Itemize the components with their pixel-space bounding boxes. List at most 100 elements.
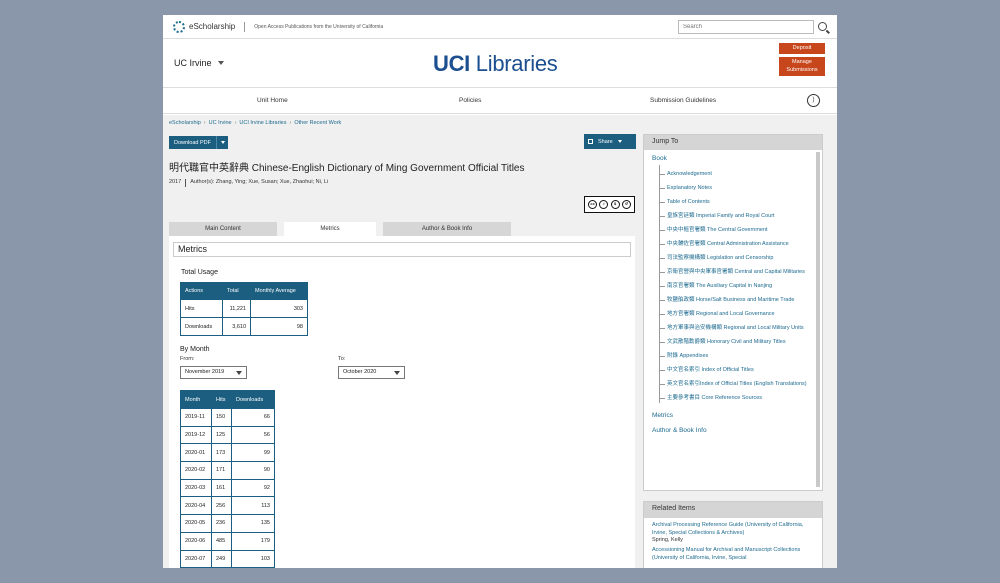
share-button[interactable]: Share [584, 134, 636, 149]
chevron-down-icon [236, 371, 242, 375]
jump-link-book[interactable]: Book [644, 155, 822, 162]
nav-submission-guidelines[interactable]: Submission Guidelines [650, 97, 716, 104]
chevron-down-icon [217, 61, 224, 65]
jump-link[interactable]: Table of Contents [660, 198, 822, 207]
table-row: 2019-12 125 56 [180, 425, 275, 445]
publication-year: 2017 [169, 179, 182, 185]
unit-name: UC Irvine [174, 58, 212, 68]
column-header: Total [222, 282, 251, 300]
scrollbar[interactable] [816, 152, 820, 487]
from-label: From: [180, 356, 195, 362]
column-header: Downloads [231, 390, 275, 409]
browser-page: eScholarship Open Access Publications fr… [163, 15, 837, 568]
column-header: Hits [211, 390, 232, 409]
total-usage-table: Actions Total Monthly Average Hits 11,22… [180, 282, 308, 336]
related-item-link[interactable]: Archival Processing Reference Guide (Uni… [644, 518, 822, 537]
unit-nav: Unit Home Policies Submission Guidelines… [163, 88, 837, 114]
jump-link[interactable]: 附錄 Appendixes [660, 352, 822, 361]
header-actions: Deposit Manage Submissions [779, 43, 825, 77]
jump-link[interactable]: 地方官署類 Regional and Local Governance [660, 310, 822, 319]
by-month-heading: By Month [180, 346, 210, 353]
uci-libraries-logo[interactable]: UCI Libraries [433, 51, 558, 77]
total-usage-heading: Total Usage [181, 269, 218, 276]
nav-unit-home[interactable]: Unit Home [257, 97, 288, 104]
table-row: 2020-07 249 103 [180, 549, 275, 568]
escholarship-name: eScholarship [189, 22, 236, 31]
table-row: 2020-06 485 179 [180, 531, 275, 551]
breadcrumb-item[interactable]: UCI Irvine Libraries [239, 120, 286, 126]
breadcrumb-item[interactable]: eScholarship [169, 120, 201, 126]
column-header: Month [180, 390, 212, 409]
tab-author-book-info[interactable]: Author & Book Info [383, 222, 511, 236]
jump-link[interactable]: 京衛官營與中央軍事官署類 Central and Capital Militar… [660, 268, 822, 277]
unit-header: UC Irvine UCI Libraries Deposit Manage S… [163, 39, 837, 88]
download-options-toggle[interactable] [216, 136, 228, 149]
jump-link[interactable]: 南京官署類 The Auxiliary Capital in Nanjing [660, 282, 822, 291]
search-box [678, 19, 827, 34]
breadcrumb: eScholarship › UC Irvine › UCI Irvine Li… [169, 120, 342, 126]
to-label: To: [338, 356, 346, 362]
table-row: Hits 11,221 303 [180, 299, 308, 318]
table-row: 2019-11 150 66 [180, 408, 275, 427]
breadcrumb-item[interactable]: UC Irvine [209, 120, 232, 126]
download-pdf-button[interactable]: Download PDF [169, 136, 228, 149]
column-header: Monthly Average [250, 282, 308, 300]
jump-link[interactable]: Explanatory Notes [660, 184, 822, 193]
jump-to-panel: Jump To Book Acknowledgement Explanatory… [643, 134, 823, 491]
creative-commons-license-badge[interactable]: cc i $ ↺ [584, 196, 635, 213]
share-label: Share [598, 138, 613, 145]
jump-link[interactable]: 牧鹽舶政類 Horse/Salt Business and Maritime T… [660, 296, 822, 305]
monthly-usage-table: Month Hits Downloads 2019-11 150 66 2019-1… [180, 390, 275, 568]
from-month-select[interactable]: November 2019 [180, 366, 247, 379]
nav-policies[interactable]: Policies [459, 97, 481, 104]
nc-icon: $ [610, 200, 620, 209]
jump-link[interactable]: 司法監察機構類 Legislation and Censorship [660, 254, 822, 263]
download-pdf-label: Download PDF [174, 139, 211, 146]
jump-link[interactable]: Acknowledgement [660, 170, 822, 179]
chapter-list: Acknowledgement Explanatory Notes Table … [659, 165, 822, 403]
tab-metrics[interactable]: Metrics [284, 222, 376, 236]
table-row: 2020-02 171 90 [180, 461, 275, 480]
deposit-button[interactable]: Deposit [779, 43, 825, 55]
jump-link[interactable]: 中央中樞官署類 The Central Government [660, 226, 822, 235]
search-icon[interactable] [818, 22, 827, 31]
jump-link[interactable]: 皇族宮廷類 Imperial Family and Royal Court [660, 212, 822, 221]
jump-to-heading: Jump To [644, 135, 822, 150]
jump-link-metrics[interactable]: Metrics [644, 412, 822, 419]
table-row: Downloads 3,610 98 [180, 317, 308, 336]
table-row: 2020-04 256 113 [180, 496, 275, 516]
content-tabs: Main Content Metrics Author & Book Info [169, 222, 511, 236]
rss-icon[interactable]: ) [807, 94, 820, 107]
related-items-panel: Related Items Archival Processing Refere… [643, 501, 823, 568]
unit-selector[interactable]: UC Irvine [174, 58, 224, 68]
escholarship-logo-icon [173, 20, 185, 33]
search-input[interactable] [678, 19, 814, 34]
share-icon [588, 139, 593, 144]
by-icon: i [599, 200, 609, 209]
manage-submissions-button[interactable]: Manage Submissions [779, 57, 825, 77]
column-header: Actions [180, 282, 223, 300]
table-row: 2020-03 161 92 [180, 478, 275, 498]
authors: Author(s): Zhang, Ying; Xue, Susan; Xue,… [190, 179, 329, 185]
to-month-select[interactable]: October 2020 [338, 366, 405, 379]
cc-icon: cc [588, 200, 598, 209]
jump-link[interactable]: 主要參考書目 Core Reference Sources [660, 394, 822, 403]
page-title: 明代職官中英辭典 Chinese-English Dictionary of M… [169, 163, 525, 174]
jump-link[interactable]: 中央輔佐官署類 Central Administration Assistanc… [660, 240, 822, 249]
jump-link[interactable]: 文武散階勳爵類 Honorary Civil and Military Titl… [660, 338, 822, 347]
related-item-link[interactable]: Accessioning Manual for Archival and Man… [644, 543, 822, 562]
sa-icon: ↺ [621, 200, 631, 209]
chevron-down-icon [220, 141, 225, 144]
escholarship-logo[interactable]: eScholarship Open Access Publications fr… [173, 20, 383, 33]
metrics-panel: Metrics Total Usage Actions Total Monthl… [169, 236, 635, 568]
jump-link[interactable]: 英文官名索引Index of Official Titles (English … [660, 380, 822, 389]
jump-link[interactable]: 中文官名索引 Index of Official Titles [660, 366, 822, 375]
chevron-down-icon [394, 371, 400, 375]
jump-link-author-book-info[interactable]: Author & Book Info [644, 427, 822, 434]
related-items-heading: Related Items [644, 502, 822, 518]
jump-link[interactable]: 地方軍事與治安機構類 Regional and Local Military U… [660, 324, 822, 333]
table-row: 2020-01 173 99 [180, 443, 275, 463]
breadcrumb-item[interactable]: Other Recent Work [294, 120, 341, 126]
main-content: eScholarship › UC Irvine › UCI Irvine Li… [163, 115, 837, 568]
tab-main-content[interactable]: Main Content [169, 222, 277, 236]
